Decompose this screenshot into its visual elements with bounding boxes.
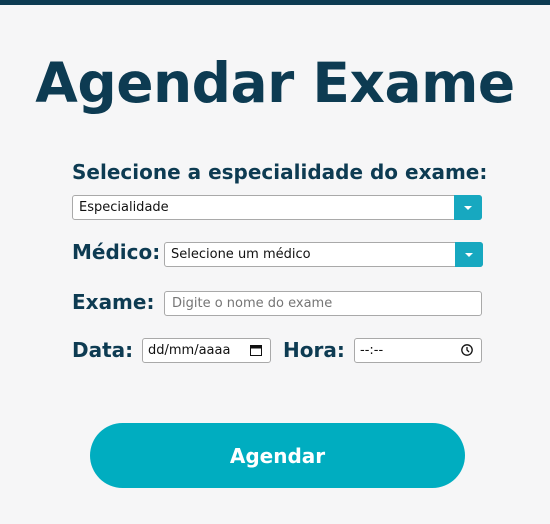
clock-icon[interactable]	[461, 344, 473, 356]
especialidade-label: Selecione a especialidade do exame:	[72, 160, 488, 184]
medico-label: Médico:	[72, 240, 161, 264]
data-input-value: dd/mm/aaaa	[148, 343, 231, 358]
especialidade-select[interactable]: Especialidade	[72, 195, 482, 220]
calendar-icon[interactable]	[250, 344, 262, 356]
data-label: Data:	[72, 338, 134, 362]
especialidade-select-value: Especialidade	[79, 200, 169, 215]
hora-label: Hora:	[283, 338, 345, 362]
chevron-down-icon[interactable]	[454, 195, 482, 220]
data-input[interactable]: dd/mm/aaaa	[142, 338, 271, 363]
chevron-down-icon[interactable]	[455, 242, 483, 267]
agendar-button[interactable]: Agendar	[90, 423, 465, 488]
exame-input-placeholder: Digite o nome do exame	[172, 296, 333, 311]
medico-select[interactable]: Selecione um médico	[164, 242, 483, 267]
hora-input-value: --:--	[360, 343, 384, 358]
page-title: Agendar Exame	[35, 51, 515, 115]
hora-input[interactable]: --:--	[354, 338, 482, 363]
exame-input[interactable]: Digite o nome do exame	[164, 291, 482, 316]
exame-label: Exame:	[72, 290, 155, 314]
top-bar	[0, 0, 550, 5]
medico-select-value: Selecione um médico	[171, 247, 311, 262]
